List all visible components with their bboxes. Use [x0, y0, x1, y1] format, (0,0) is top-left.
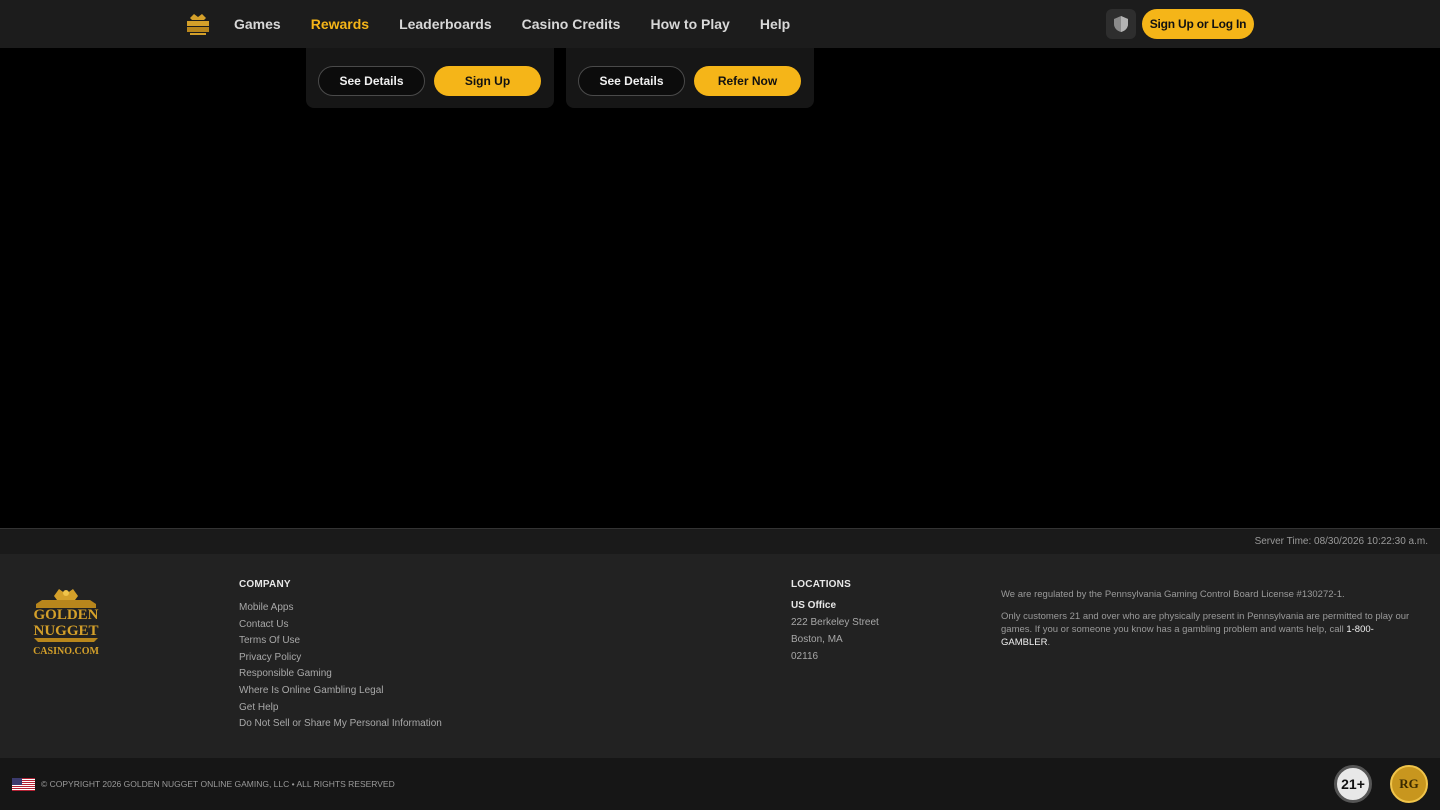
- sign-up-button[interactable]: Sign Up: [434, 66, 541, 96]
- promo-card-signup: See Details Sign Up: [306, 48, 554, 108]
- footer-link-contact-us[interactable]: Contact Us: [239, 617, 442, 634]
- footer: GOLDEN NUGGET CASINO.COM COMPANY Mobile …: [0, 554, 1440, 758]
- office-zip: 02116: [791, 651, 819, 662]
- main-nav: Games Rewards Leaderboards Casino Credit…: [234, 0, 820, 48]
- company-heading: COMPANY: [239, 579, 291, 590]
- age-notice: Only customers 21 and over who are physi…: [1001, 610, 1421, 649]
- copyright-bar: © COPYRIGHT 2026 GOLDEN NUGGET ONLINE GA…: [0, 758, 1440, 810]
- footer-link-terms[interactable]: Terms Of Use: [239, 633, 442, 650]
- footer-link-do-not-sell[interactable]: Do Not Sell or Share My Personal Informa…: [239, 716, 442, 733]
- nav-leaderboards[interactable]: Leaderboards: [399, 16, 492, 32]
- office-street: 222 Berkeley Street: [791, 617, 879, 628]
- footer-legal-column: We are regulated by the Pennsylvania Gam…: [1001, 588, 1421, 658]
- footer-company-column: COMPANY Mobile Apps Contact Us Terms Of …: [239, 579, 442, 733]
- top-navigation-bar: Games Rewards Leaderboards Casino Credit…: [0, 0, 1440, 48]
- see-details-button[interactable]: See Details: [318, 66, 425, 96]
- footer-link-get-help[interactable]: Get Help: [239, 700, 442, 717]
- promo-card-refer: See Details Refer Now: [566, 48, 814, 108]
- refer-now-button[interactable]: Refer Now: [694, 66, 801, 96]
- see-details-button[interactable]: See Details: [578, 66, 685, 96]
- shield-icon: [1114, 16, 1128, 32]
- nav-help[interactable]: Help: [760, 16, 790, 32]
- server-time: Server Time: 08/30/2026 10:22:30 a.m.: [1254, 536, 1428, 547]
- logo-line2: NUGGET: [33, 623, 98, 639]
- footer-link-responsible-gaming[interactable]: Responsible Gaming: [239, 666, 442, 683]
- logo-line3: CASINO.COM: [33, 646, 99, 657]
- golden-nugget-casino-logo[interactable]: GOLDEN NUGGET CASINO.COM: [28, 586, 104, 658]
- golden-nugget-logo-icon[interactable]: [184, 10, 212, 38]
- nav-casino-credits[interactable]: Casino Credits: [522, 16, 621, 32]
- nav-games[interactable]: Games: [234, 16, 281, 32]
- office-city: Boston, MA: [791, 634, 843, 645]
- age-notice-end: .: [1047, 637, 1051, 648]
- office-label: US Office: [791, 600, 837, 611]
- server-time-bar: Server Time: 08/30/2026 10:22:30 a.m.: [0, 528, 1440, 554]
- responsible-gaming-button[interactable]: [1106, 9, 1136, 39]
- footer-link-legal-states[interactable]: Where Is Online Gambling Legal: [239, 683, 442, 700]
- logo-line1: GOLDEN: [33, 607, 98, 623]
- signup-login-button[interactable]: Sign Up or Log In: [1142, 9, 1254, 39]
- regulation-notice: We are regulated by the Pennsylvania Gam…: [1001, 589, 1345, 600]
- us-flag-icon[interactable]: [12, 778, 35, 791]
- footer-locations-column: LOCATIONS US Office 222 Berkeley Street …: [791, 579, 879, 665]
- age-21-badge: 21+: [1334, 765, 1372, 803]
- footer-link-mobile-apps[interactable]: Mobile Apps: [239, 600, 442, 617]
- nav-how-to-play[interactable]: How to Play: [650, 16, 729, 32]
- copyright-text: © COPYRIGHT 2026 GOLDEN NUGGET ONLINE GA…: [41, 779, 395, 789]
- locations-heading: LOCATIONS: [791, 579, 851, 590]
- nav-rewards[interactable]: Rewards: [311, 16, 369, 32]
- responsible-gaming-badge[interactable]: RG: [1390, 765, 1428, 803]
- footer-link-privacy[interactable]: Privacy Policy: [239, 650, 442, 667]
